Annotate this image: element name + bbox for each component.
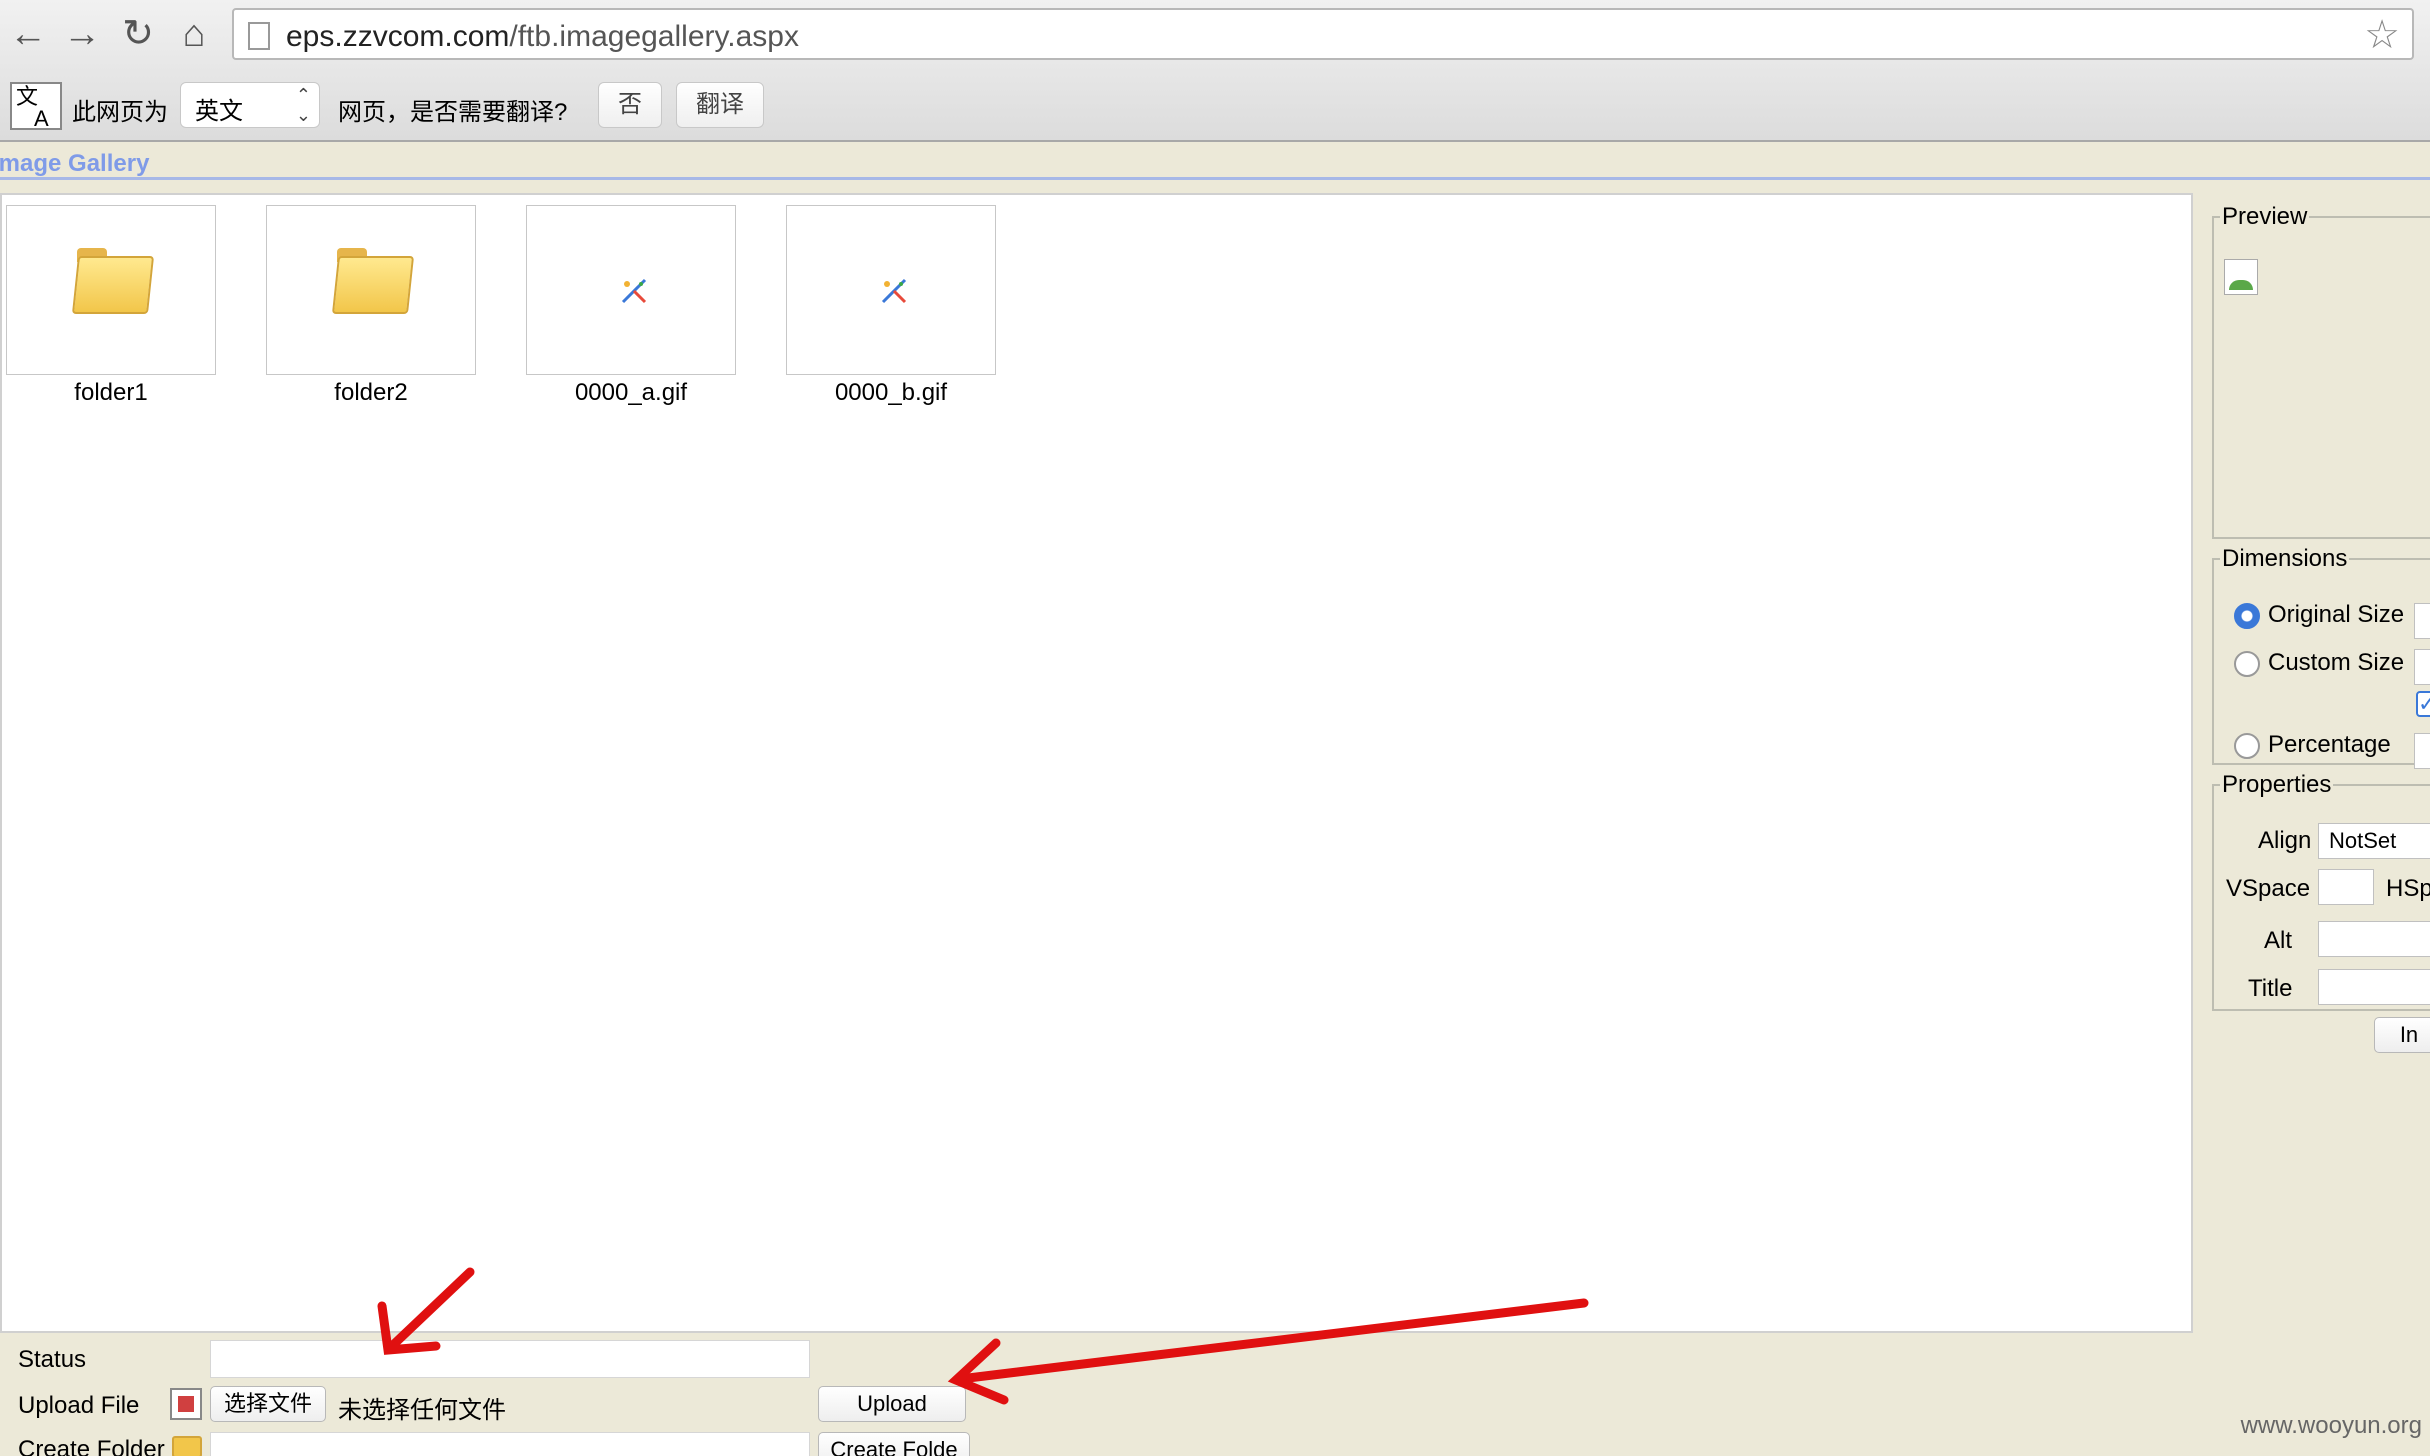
folder-icon (172, 1436, 202, 1456)
percentage-radio[interactable] (2234, 733, 2260, 759)
align-label: Align (2258, 827, 2312, 854)
align-select[interactable]: NotSet (2318, 823, 2430, 859)
custom-size-field[interactable] (2414, 649, 2430, 685)
image-options-panel: Preview Dimensions Original Size Custom … (2204, 193, 2430, 1093)
upload-file-label: Upload File (18, 1392, 140, 1419)
alt-label: Alt (2264, 927, 2293, 954)
translate-icon: 文A (10, 82, 62, 130)
bookmark-star-icon[interactable]: ☆ (2364, 12, 2400, 58)
thumbnail[interactable] (266, 205, 476, 375)
preview-legend: Preview (2222, 203, 2308, 230)
gallery-item-folder2[interactable]: folder2 (266, 205, 476, 407)
dimensions-fieldset: Dimensions Original Size Custom Size ✓ P… (2212, 545, 2430, 769)
gallery-item-folder1[interactable]: folder1 (6, 205, 216, 407)
language-select[interactable]: 英文 ⌃ ⌄ (180, 82, 320, 128)
chevron-updown-icon: ⌃ ⌄ (295, 85, 311, 125)
upload-button[interactable]: Upload (818, 1386, 966, 1422)
gallery-item-image-b[interactable]: 0000_b.gif (786, 205, 996, 407)
image-upload-icon (170, 1388, 202, 1420)
properties-fieldset: Properties Align NotSet VSpace HSpa Alt … (2212, 771, 2430, 1011)
alt-input[interactable] (2318, 921, 2430, 957)
broken-preview-image-icon (2224, 259, 2258, 295)
no-file-text: 未选择任何文件 (338, 1397, 506, 1424)
broken-image-icon (621, 278, 647, 304)
item-label: 0000_a.gif (574, 379, 688, 406)
folder-icon (71, 248, 155, 314)
preview-fieldset: Preview (2212, 203, 2430, 539)
percentage-label: Percentage (2268, 731, 2391, 758)
gallery-title: Image Gallery (0, 150, 150, 177)
translate-no-button[interactable]: 否 (598, 82, 662, 128)
hspace-label: HSpa (2386, 875, 2430, 902)
original-size-field[interactable] (2414, 603, 2430, 639)
status-label: Status (18, 1346, 87, 1373)
dimensions-legend: Dimensions (2222, 545, 2348, 572)
forward-arrow-icon[interactable]: → (58, 10, 106, 58)
page-icon (248, 22, 270, 50)
reload-icon[interactable]: ↻ (114, 10, 162, 58)
create-folder-label: Create Folder (18, 1436, 165, 1456)
home-icon[interactable]: ⌂ (170, 10, 218, 58)
watermark: www.wooyun.org (2240, 1412, 2422, 1439)
properties-legend: Properties (2222, 771, 2332, 798)
title-divider (0, 177, 2430, 180)
gallery-item-image-a[interactable]: 0000_a.gif (526, 205, 736, 407)
original-size-radio[interactable] (2234, 603, 2260, 629)
constrain-checkbox[interactable]: ✓ (2416, 691, 2430, 717)
original-size-label: Original Size (2268, 601, 2405, 628)
item-label: folder1 (74, 379, 148, 406)
status-field (210, 1340, 810, 1378)
gallery-panel: folder1 folder2 0000_a.gif 0000_b.gif (0, 193, 2193, 1333)
address-url[interactable]: eps.zzvcom.com/ftb.imagegallery.aspx (286, 20, 799, 54)
vspace-input[interactable] (2318, 869, 2374, 905)
thumbnail[interactable] (6, 205, 216, 375)
item-label: 0000_b.gif (834, 379, 948, 406)
translate-prefix: 此网页为 (72, 99, 168, 126)
thumbnail[interactable] (526, 205, 736, 375)
translate-button[interactable]: 翻译 (676, 82, 764, 128)
browser-toolbar: ← → ↻ ⌂ eps.zzvcom.com/ftb.imagegallery.… (0, 0, 2430, 142)
translate-question: 网页，是否需要翻译? (338, 99, 568, 126)
address-bar[interactable]: eps.zzvcom.com/ftb.imagegallery.aspx ☆ (232, 8, 2414, 60)
back-arrow-icon[interactable]: ← (4, 10, 52, 58)
title-input[interactable] (2318, 969, 2430, 1005)
title-label: Title (2248, 975, 2293, 1002)
thumbnail[interactable] (786, 205, 996, 375)
custom-size-radio[interactable] (2234, 651, 2260, 677)
translate-bar: 文A 此网页为 英文 ⌃ ⌄ 网页，是否需要翻译? 否 翻译 (0, 78, 2430, 140)
item-label: folder2 (334, 379, 408, 406)
insert-button[interactable]: In (2374, 1017, 2430, 1053)
vspace-label: VSpace (2226, 875, 2311, 902)
create-folder-button[interactable]: Create Folde (818, 1432, 970, 1456)
choose-file-button[interactable]: 选择文件 (210, 1386, 326, 1422)
create-folder-input[interactable] (210, 1432, 810, 1456)
folder-icon (331, 248, 415, 314)
custom-size-label: Custom Size (2268, 649, 2405, 676)
broken-image-icon (881, 278, 907, 304)
percentage-field[interactable] (2414, 733, 2430, 769)
